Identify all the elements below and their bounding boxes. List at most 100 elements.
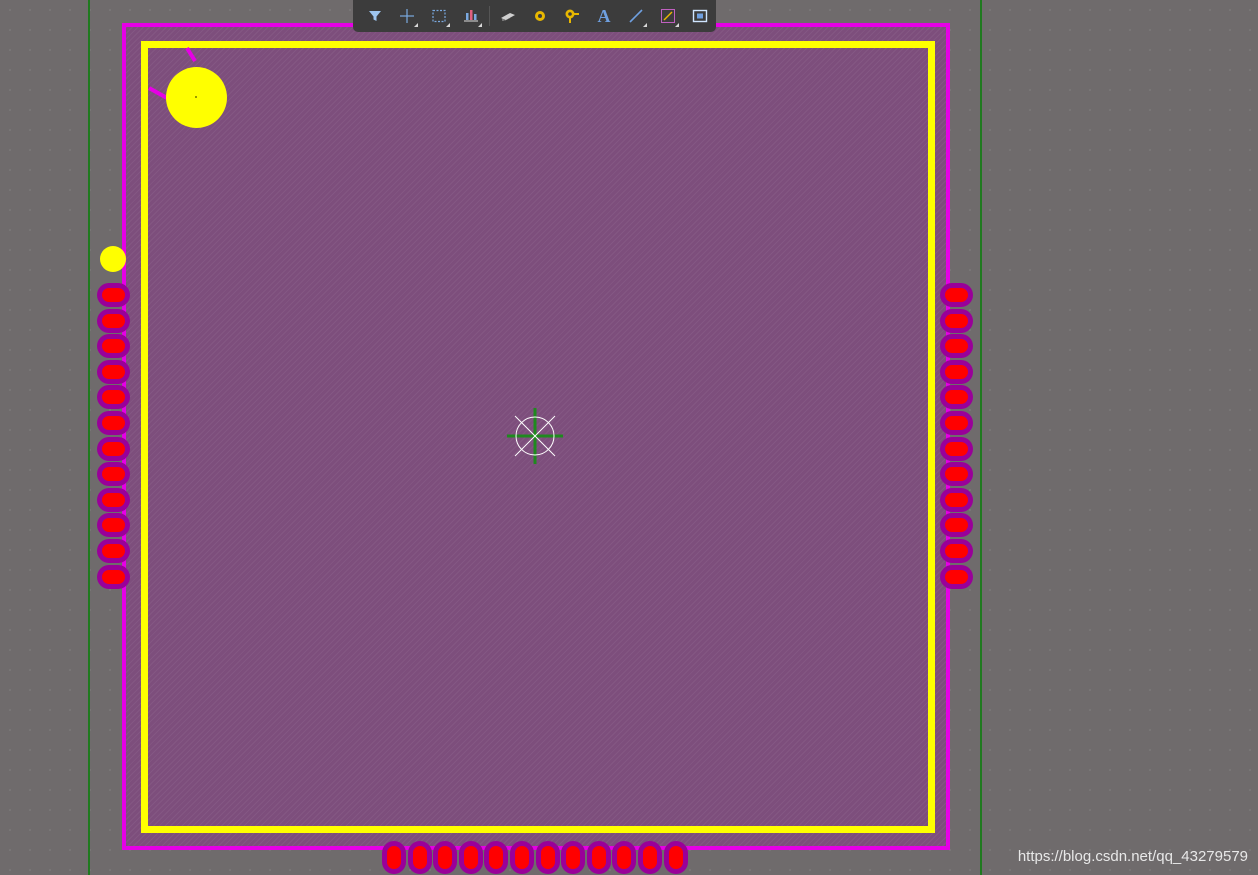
line-button[interactable] bbox=[620, 0, 652, 32]
dimension-button[interactable] bbox=[652, 0, 684, 32]
pin1-indicator-circle[interactable] bbox=[166, 67, 227, 128]
pin1-dot[interactable] bbox=[100, 246, 126, 272]
active-bar-toolbar: A bbox=[353, 0, 716, 32]
pad-right-12[interactable] bbox=[940, 564, 973, 589]
via-button[interactable] bbox=[556, 0, 588, 32]
text-button[interactable]: A bbox=[588, 0, 620, 32]
pad-copper bbox=[463, 846, 478, 869]
pad-copper bbox=[945, 313, 968, 328]
pad-button[interactable] bbox=[524, 0, 556, 32]
grid-boundary-left bbox=[88, 0, 90, 875]
pad-copper bbox=[102, 364, 125, 379]
pad-bottom-12[interactable] bbox=[663, 841, 688, 874]
pad-bottom-8[interactable] bbox=[561, 841, 586, 874]
pad-left-7[interactable] bbox=[97, 436, 130, 461]
pad-left-12[interactable] bbox=[97, 564, 130, 589]
dimension-icon bbox=[661, 9, 675, 23]
region-button[interactable] bbox=[684, 0, 716, 32]
pad-copper bbox=[945, 364, 968, 379]
pad-right-10[interactable] bbox=[940, 513, 973, 538]
pad-bottom-4[interactable] bbox=[458, 841, 483, 874]
toolbar-separator bbox=[489, 6, 490, 26]
pad-copper bbox=[102, 339, 125, 354]
pad-copper bbox=[102, 441, 125, 456]
pad-left-4[interactable] bbox=[97, 359, 130, 384]
pad-copper bbox=[643, 846, 657, 869]
pad-copper bbox=[102, 518, 125, 533]
pad-left-10[interactable] bbox=[97, 513, 130, 538]
pad-copper bbox=[668, 846, 683, 869]
pad-right-2[interactable] bbox=[940, 308, 973, 333]
pad-left-5[interactable] bbox=[97, 385, 130, 410]
pad-bottom-10[interactable] bbox=[612, 841, 637, 874]
pad-bottom-5[interactable] bbox=[484, 841, 509, 874]
pad-bottom-11[interactable] bbox=[638, 841, 662, 874]
pad-icon bbox=[535, 11, 545, 21]
origin-marker-icon bbox=[507, 408, 563, 464]
pad-right-3[interactable] bbox=[940, 334, 973, 359]
filter-button[interactable] bbox=[359, 0, 391, 32]
pad-copper bbox=[102, 416, 125, 430]
pad-copper bbox=[412, 846, 427, 869]
pad-left-3[interactable] bbox=[97, 334, 130, 359]
pad-copper bbox=[489, 846, 504, 869]
align-button[interactable] bbox=[455, 0, 487, 32]
pad-copper bbox=[945, 492, 968, 507]
selection-rectangle-icon bbox=[432, 9, 446, 23]
pad-bottom-9[interactable] bbox=[586, 841, 611, 874]
watermark-text: https://blog.csdn.net/qq_43279579 bbox=[1017, 848, 1248, 865]
pad-copper bbox=[102, 288, 125, 302]
pad-copper bbox=[945, 467, 968, 482]
pad-copper bbox=[617, 846, 632, 869]
pad-copper bbox=[540, 846, 555, 869]
pad-left-6[interactable] bbox=[97, 411, 130, 435]
pad-copper bbox=[945, 390, 968, 405]
pad-bottom-6[interactable] bbox=[510, 841, 534, 874]
pcb-canvas[interactable]: A https://blog.csdn.net/qq_43279579 bbox=[0, 0, 1258, 875]
pad-copper bbox=[515, 846, 529, 869]
pad-right-8[interactable] bbox=[940, 462, 973, 487]
pad-copper bbox=[102, 313, 125, 328]
pad-copper bbox=[102, 569, 125, 584]
text-icon: A bbox=[597, 5, 611, 26]
pad-copper bbox=[591, 846, 606, 869]
pad-copper bbox=[945, 544, 968, 558]
pad-copper bbox=[102, 390, 125, 405]
move-button[interactable] bbox=[391, 0, 423, 32]
pad-copper bbox=[102, 492, 125, 507]
select-button[interactable] bbox=[423, 0, 455, 32]
pad-copper bbox=[945, 569, 968, 584]
pad-copper bbox=[945, 339, 968, 354]
pad-right-11[interactable] bbox=[940, 539, 973, 563]
pad-left-8[interactable] bbox=[97, 462, 130, 487]
pad-right-9[interactable] bbox=[940, 487, 973, 512]
pad-left-9[interactable] bbox=[97, 487, 130, 512]
crosshair-icon bbox=[400, 9, 414, 23]
region-icon bbox=[692, 9, 708, 23]
filter-icon bbox=[369, 11, 381, 21]
pad-copper bbox=[438, 846, 453, 869]
pad-copper bbox=[566, 846, 581, 869]
pad-copper bbox=[945, 288, 968, 302]
pad-copper bbox=[387, 846, 401, 869]
line-icon bbox=[629, 9, 643, 23]
pad-bottom-3[interactable] bbox=[433, 841, 458, 874]
pad-left-2[interactable] bbox=[97, 308, 130, 333]
pad-right-5[interactable] bbox=[940, 385, 973, 410]
pad-right-7[interactable] bbox=[940, 436, 973, 461]
component-icon bbox=[501, 13, 515, 21]
component-button[interactable] bbox=[492, 0, 524, 32]
via-icon bbox=[565, 9, 579, 23]
pad-left-1[interactable] bbox=[97, 283, 130, 307]
pad-bottom-1[interactable] bbox=[382, 841, 406, 874]
pad-right-6[interactable] bbox=[940, 411, 973, 435]
pad-right-4[interactable] bbox=[940, 359, 973, 384]
grid-boundary-right bbox=[980, 0, 982, 875]
pad-right-1[interactable] bbox=[940, 283, 973, 307]
pad-copper bbox=[945, 518, 968, 533]
pad-copper bbox=[945, 441, 968, 456]
pad-bottom-7[interactable] bbox=[535, 841, 560, 874]
pad-copper bbox=[102, 544, 125, 558]
pad-bottom-2[interactable] bbox=[407, 841, 432, 874]
pad-left-11[interactable] bbox=[97, 539, 130, 563]
